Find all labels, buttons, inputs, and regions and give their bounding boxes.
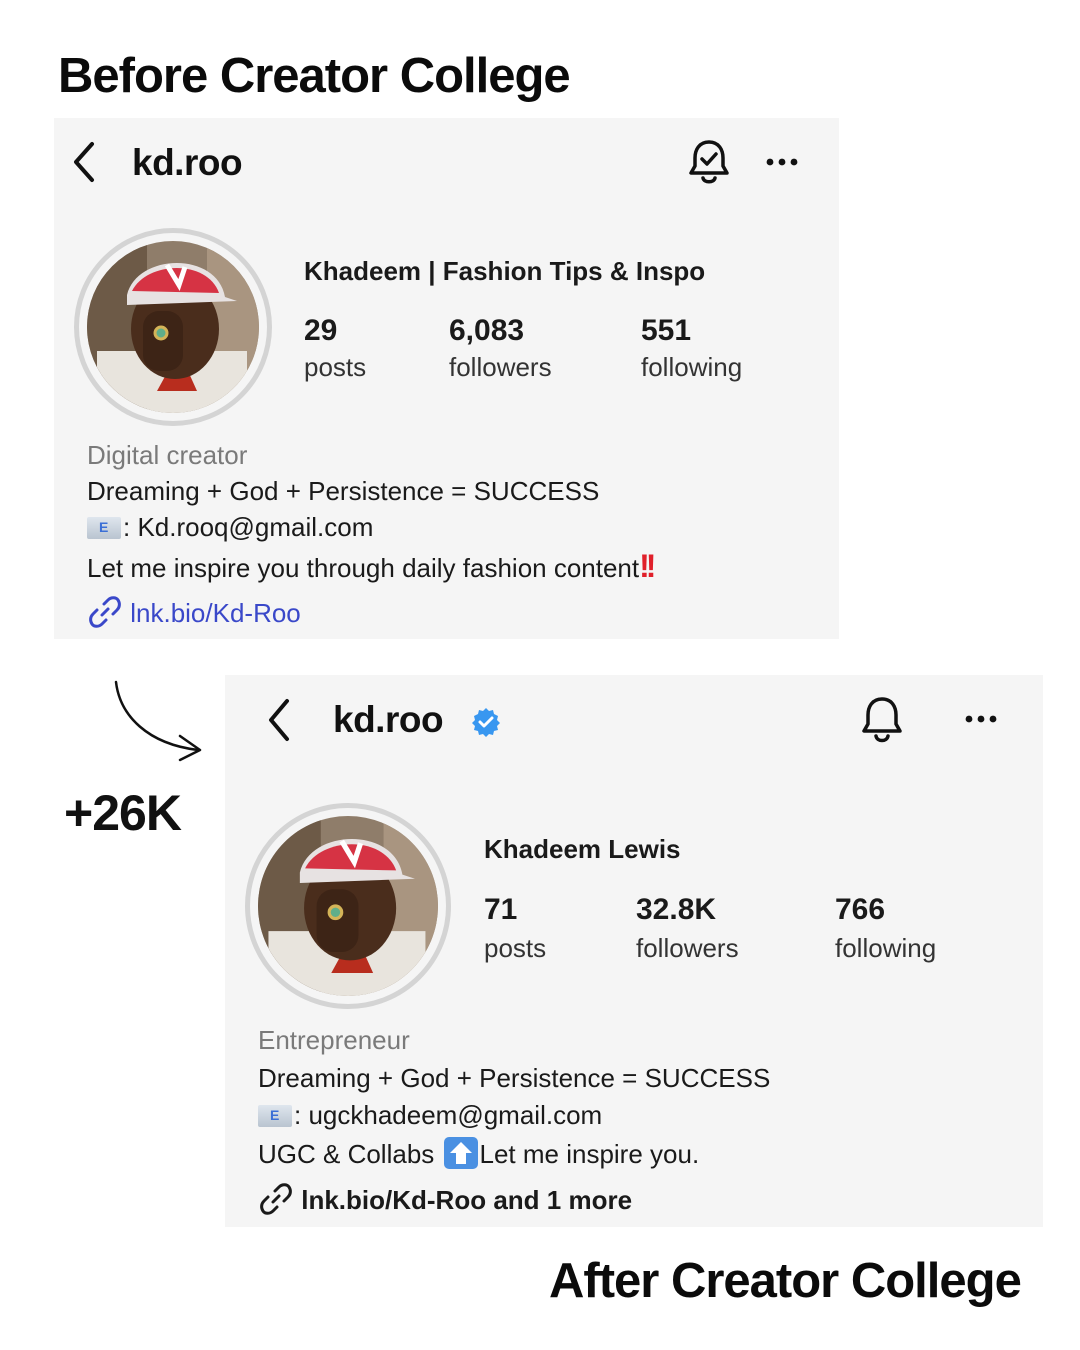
avatar[interactable] — [87, 241, 259, 413]
followers-count[interactable]: 6,083 — [449, 314, 524, 348]
profile-card-before: kd.roo Khadeem | Fashion Tips & Inspo 29… — [54, 118, 839, 639]
bio-link[interactable]: lnk.bio/Kd-Roo and 1 more — [301, 1185, 632, 1215]
followers-count[interactable]: 32.8K — [636, 893, 716, 927]
bio-line-3-b: Let me inspire you. — [479, 1139, 700, 1169]
bio-email-line: : Kd.rooq@gmail.com — [87, 512, 373, 543]
bell-check-icon[interactable] — [686, 138, 732, 191]
display-name: Khadeem | Fashion Tips & Inspo — [304, 256, 706, 286]
followers-label[interactable]: followers — [636, 933, 739, 964]
username: kd.roo — [333, 699, 444, 740]
back-chevron-icon[interactable] — [70, 140, 100, 189]
bio-link-row[interactable]: lnk.bio/Kd-Roo and 1 more — [258, 1181, 632, 1217]
bio-line-3-a: UGC & Collabs — [258, 1139, 442, 1169]
bio-line-3-text: Let me inspire you through daily fashion… — [87, 553, 640, 583]
posts-label: posts — [484, 933, 547, 963]
avatar[interactable] — [258, 816, 438, 996]
following-label[interactable]: following — [835, 933, 936, 964]
followers-label[interactable]: followers — [449, 352, 552, 383]
bio-line-3: Let me inspire you through daily fashion… — [87, 548, 657, 585]
bio-email: : ugckhadeem@gmail.com — [294, 1100, 603, 1130]
curved-arrow-icon — [108, 676, 208, 771]
back-chevron-icon[interactable] — [265, 697, 295, 748]
category-label: Digital creator — [87, 440, 248, 470]
bio-link-row[interactable]: lnk.bio/Kd-Roo — [87, 594, 301, 630]
bio-line-3: UGC & Collabs Let me inspire you. — [258, 1137, 699, 1170]
link-icon — [89, 596, 121, 628]
display-name: Khadeem Lewis — [484, 834, 681, 864]
bio-email-line: : ugckhadeem@gmail.com — [258, 1100, 602, 1131]
category-label: Entrepreneur — [258, 1025, 410, 1055]
envelope-icon — [87, 517, 121, 539]
envelope-icon — [258, 1105, 292, 1127]
more-dots-icon[interactable] — [963, 707, 1003, 736]
bio-line-1: Dreaming + God + Persistence = SUCCESS — [87, 476, 600, 506]
following-count[interactable]: 766 — [835, 893, 885, 927]
more-dots-icon[interactable] — [764, 150, 804, 179]
bio-link[interactable]: lnk.bio/Kd-Roo — [130, 598, 301, 628]
double-exclamation-icon: !! — [639, 548, 656, 584]
bell-icon[interactable] — [859, 695, 905, 750]
posts-count: 29 — [304, 314, 338, 347]
bio-line-1: Dreaming + God + Persistence = SUCCESS — [258, 1063, 771, 1093]
following-label[interactable]: following — [641, 352, 742, 383]
posts-label: posts — [304, 352, 367, 382]
up-arrow-icon — [443, 1137, 478, 1169]
follower-delta: +26K — [64, 785, 182, 841]
bio-email: : Kd.rooq@gmail.com — [123, 512, 374, 542]
link-icon — [260, 1183, 292, 1215]
verified-badge-icon — [471, 707, 501, 742]
before-heading: Before Creator College — [58, 49, 571, 103]
after-heading: After Creator College — [549, 1254, 1022, 1308]
following-count[interactable]: 551 — [641, 314, 691, 348]
posts-count: 71 — [484, 893, 518, 926]
username: kd.roo — [132, 142, 243, 183]
profile-card-after: kd.roo Khadeem Lewis 71 posts 32.8K foll… — [225, 675, 1043, 1227]
